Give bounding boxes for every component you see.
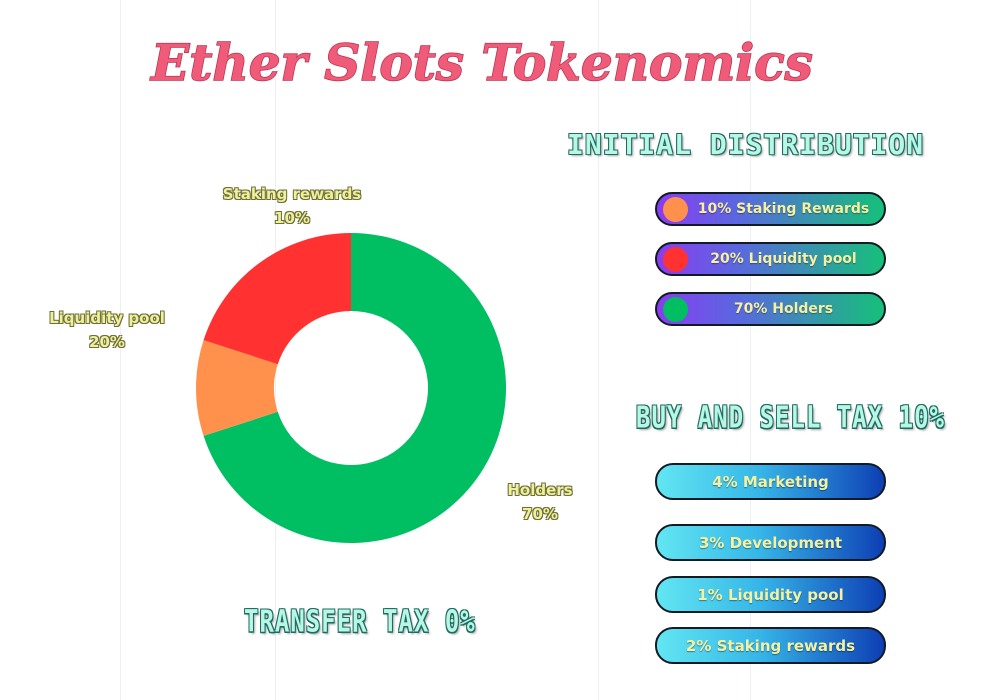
slice-name-staking: Staking rewards: [222, 185, 362, 203]
slice-label-staking: Staking rewards 10%: [212, 182, 372, 230]
slice-percent-liquidity: 20%: [89, 333, 125, 351]
tax-item-staking: 2% Staking rewards: [655, 627, 886, 664]
liquidity-color-dot: [663, 247, 688, 272]
slice-liquidity-pool: [203, 233, 351, 365]
transfer-tax-heading: TRANSFER TAX 0%: [244, 604, 476, 639]
slice-name-liquidity: Liquidity pool: [49, 309, 165, 327]
distribution-item-holders: 70% Holders: [655, 292, 886, 326]
slice-percent-holders: 70%: [522, 505, 558, 523]
slice-label-holders: Holders 70%: [490, 478, 590, 526]
distribution-item-staking: 10% Staking Rewards: [655, 192, 886, 226]
slice-name-holders: Holders: [507, 481, 573, 499]
tax-item-liquidity: 1% Liquidity pool: [655, 576, 886, 613]
holders-color-dot: [663, 297, 688, 322]
distribution-item-label: 10% Staking Rewards: [697, 201, 870, 217]
slice-label-liquidity: Liquidity pool 20%: [32, 306, 182, 354]
distribution-item-label: 70% Holders: [733, 301, 834, 317]
distribution-item-liquidity: 20% Liquidity pool: [655, 242, 886, 276]
tax-item-marketing: 4% Marketing: [655, 463, 886, 500]
staking-color-dot: [663, 197, 688, 222]
distribution-item-label: 20% Liquidity pool: [710, 251, 857, 267]
slice-percent-staking: 10%: [274, 209, 310, 227]
buy-sell-tax-heading: BUY AND SELL TAX 10%: [636, 400, 945, 435]
tax-item-development: 3% Development: [655, 524, 886, 561]
